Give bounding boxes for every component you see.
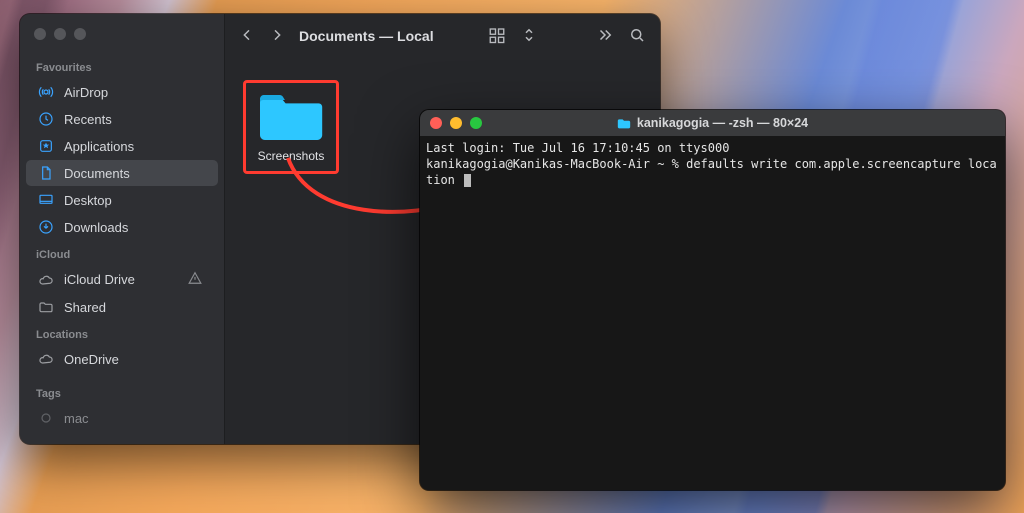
minimize-button[interactable] (450, 117, 462, 129)
folder-icon (256, 89, 326, 143)
sidebar-item-shared[interactable]: Shared (26, 294, 218, 320)
terminal-body[interactable]: Last login: Tue Jul 16 17:10:45 on ttys0… (420, 136, 1005, 490)
terminal-titlebar[interactable]: kanikagogia — -zsh — 80×24 (420, 110, 1005, 136)
section-tags: Tags (20, 380, 224, 404)
sidebar-label: OneDrive (64, 352, 119, 367)
sidebar-label: AirDrop (64, 85, 108, 100)
folder-label: Screenshots (250, 149, 332, 163)
finder-title: Documents — Local (299, 28, 434, 44)
applications-icon (38, 138, 54, 154)
updown-icon[interactable] (520, 26, 538, 47)
back-button[interactable] (239, 26, 255, 47)
sidebar-label: mac (64, 411, 89, 426)
clock-icon (38, 111, 54, 127)
forward-button[interactable] (269, 26, 285, 47)
close-button[interactable] (430, 117, 442, 129)
window-controls[interactable] (20, 24, 224, 54)
sidebar-item-airdrop[interactable]: AirDrop (26, 79, 218, 105)
shared-folder-icon (38, 299, 54, 315)
sidebar-item-onedrive[interactable]: OneDrive (26, 346, 218, 372)
terminal-window: kanikagogia — -zsh — 80×24 Last login: T… (420, 110, 1005, 490)
search-icon[interactable] (628, 26, 646, 47)
terminal-title: kanikagogia — -zsh — 80×24 (420, 116, 1005, 130)
sidebar-item-downloads[interactable]: Downloads (26, 214, 218, 240)
sidebar-item-applications[interactable]: Applications (26, 133, 218, 159)
desktop-icon (38, 192, 54, 208)
tag-circle-icon (38, 410, 54, 426)
sidebar-label: Shared (64, 300, 106, 315)
terminal-window-controls[interactable] (420, 117, 482, 129)
zoom-button[interactable] (470, 117, 482, 129)
view-options-button[interactable] (488, 26, 506, 47)
cloud-icon (38, 272, 54, 288)
folder-screenshots[interactable]: Screenshots (243, 80, 339, 174)
cursor (464, 174, 471, 187)
downloads-icon (38, 219, 54, 235)
airdrop-icon (38, 84, 54, 100)
terminal-prompt: kanikagogia@Kanikas-MacBook-Air ~ % (426, 157, 686, 171)
sidebar-item-iclouddrive[interactable]: iCloud Drive (26, 266, 218, 293)
sidebar-item-desktop[interactable]: Desktop (26, 187, 218, 213)
sidebar-label: Recents (64, 112, 112, 127)
section-icloud: iCloud (20, 241, 224, 265)
sidebar-label: Desktop (64, 193, 112, 208)
sidebar-item-recents[interactable]: Recents (26, 106, 218, 132)
sidebar-label: iCloud Drive (64, 272, 135, 287)
document-icon (38, 165, 54, 181)
cloud-icon (38, 351, 54, 367)
close-dot[interactable] (34, 28, 46, 40)
more-chevrons-icon[interactable] (596, 26, 614, 47)
sidebar-item-documents[interactable]: Documents (26, 160, 218, 186)
section-favourites: Favourites (20, 54, 224, 78)
section-locations: Locations (20, 321, 224, 345)
folder-icon (617, 118, 631, 129)
finder-toolbar: Documents — Local (225, 14, 660, 58)
sidebar-label: Documents (64, 166, 130, 181)
sidebar-item-tag-mac[interactable]: mac (26, 405, 218, 431)
warning-icon (188, 271, 202, 288)
zoom-dot[interactable] (74, 28, 86, 40)
minimize-dot[interactable] (54, 28, 66, 40)
sidebar-label: Applications (64, 139, 134, 154)
terminal-line: Last login: Tue Jul 16 17:10:45 on ttys0… (426, 141, 729, 155)
finder-sidebar: Favourites AirDrop Recents Applications … (20, 14, 225, 444)
sidebar-label: Downloads (64, 220, 128, 235)
